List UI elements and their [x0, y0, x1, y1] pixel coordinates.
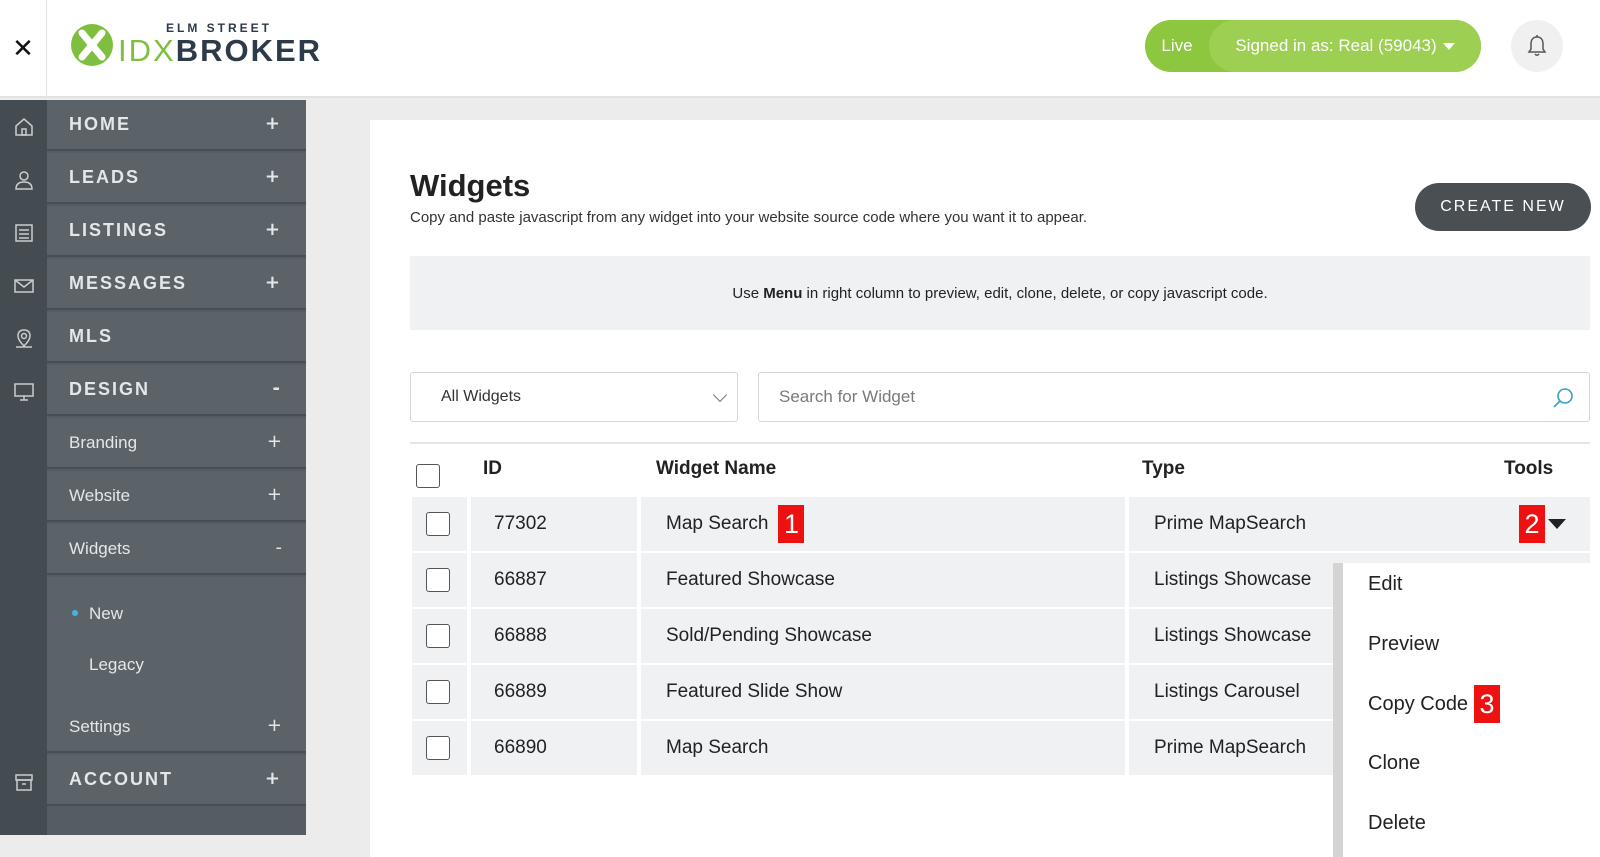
menu-item-copy-code-wrap[interactable]: Copy Code 3	[1368, 685, 1501, 723]
location-icon[interactable]	[0, 312, 47, 365]
active-bullet-icon	[72, 610, 78, 616]
collapse-icon: -	[272, 378, 282, 399]
notifications-button[interactable]	[1511, 20, 1563, 72]
divider	[410, 442, 1590, 444]
bottom-strip	[0, 835, 370, 857]
row-id: 66887	[471, 553, 637, 607]
row-widget-name[interactable]: Sold/Pending Showcase	[641, 609, 1125, 663]
step-badge: 2	[1519, 505, 1545, 543]
home-icon[interactable]	[0, 100, 47, 153]
row-type: Prime MapSearch 2	[1129, 497, 1590, 551]
sidebar-item-leads[interactable]: LEADS +	[47, 153, 306, 204]
expand-icon: +	[266, 715, 282, 736]
row-checkbox[interactable]	[426, 512, 450, 536]
archive-icon[interactable]	[0, 755, 47, 808]
user-icon[interactable]	[0, 153, 47, 206]
row-id: 66890	[471, 721, 637, 775]
live-indicator: Live	[1161, 36, 1193, 55]
menu-item-preview[interactable]: Preview	[1368, 633, 1439, 656]
menu-item-clone[interactable]: Clone	[1368, 752, 1420, 775]
logo-broker: BROKER	[175, 33, 323, 68]
signed-in-label: Signed in as: Real (59043)	[1235, 36, 1437, 55]
close-icon[interactable]: ✕	[0, 0, 47, 98]
column-header-id[interactable]: ID	[483, 458, 502, 480]
info-banner: Use Menu in right column to preview, edi…	[410, 256, 1590, 330]
sidebar-item-website[interactable]: Website +	[47, 471, 306, 522]
row-checkbox[interactable]	[426, 680, 450, 704]
expand-icon: +	[264, 768, 282, 789]
widget-filter-select[interactable]: All Widgets	[410, 372, 738, 422]
search-icon[interactable]	[1551, 386, 1575, 410]
sidebar-item-account[interactable]: ACCOUNT +	[47, 755, 306, 806]
table-row[interactable]: 77302 Map Search 1 Prime MapSearch 2	[412, 497, 1590, 551]
expand-icon: +	[264, 272, 282, 293]
expand-icon: +	[264, 113, 282, 134]
column-header-tools: Tools	[1504, 458, 1554, 479]
column-header-type[interactable]: Type	[1142, 458, 1185, 480]
page-title: Widgets	[410, 168, 531, 203]
expand-icon: +	[264, 219, 282, 240]
sidebar-item-design[interactable]: DESIGN -	[47, 365, 306, 416]
caret-down-icon	[1442, 42, 1455, 50]
row-widget-name[interactable]: Map Search	[641, 721, 1125, 775]
sidebar-nav: HOME + LEADS + LISTINGS + MESSAGES + MLS…	[47, 100, 306, 835]
sidebar-item-widgets-new[interactable]: New	[89, 604, 123, 624]
sidebar-item-messages[interactable]: MESSAGES +	[47, 259, 306, 310]
search-field[interactable]	[758, 372, 1590, 422]
sidebar-item-branding[interactable]: Branding +	[47, 418, 306, 469]
listings-icon[interactable]	[0, 206, 47, 259]
step-badge: 1	[778, 505, 805, 543]
sidebar-item-widgets[interactable]: Widgets -	[47, 524, 306, 575]
menu-item-delete[interactable]: Delete	[1368, 812, 1426, 835]
row-id: 77302	[471, 497, 637, 551]
row-checkbox[interactable]	[426, 568, 450, 592]
expand-icon: +	[264, 166, 282, 187]
sidebar-item-settings[interactable]: Settings +	[47, 702, 306, 753]
tools-menu-caret-icon[interactable]	[1548, 519, 1566, 529]
logo-mark-icon	[71, 24, 113, 66]
chevron-down-icon	[712, 387, 728, 403]
menu-item-copy-code[interactable]: Copy Code	[1368, 693, 1468, 716]
sidebar-item-home[interactable]: HOME +	[47, 100, 306, 151]
monitor-icon[interactable]	[0, 365, 47, 418]
column-header-widget-name[interactable]: Widget Name	[656, 458, 776, 480]
main-content: Widgets Copy and paste javascript from a…	[370, 120, 1600, 857]
row-checkbox[interactable]	[426, 736, 450, 760]
row-widget-name[interactable]: Featured Showcase	[641, 553, 1125, 607]
sidebar-item-widgets-legacy[interactable]: Legacy	[89, 655, 144, 675]
search-input[interactable]	[759, 373, 1539, 421]
tools-dropdown-menu: Edit Preview Copy Code 3 Clone Delete	[1333, 563, 1600, 857]
logo[interactable]: ELM STREET IDXBROKER	[70, 22, 322, 68]
row-checkbox[interactable]	[426, 624, 450, 648]
expand-icon: +	[266, 484, 282, 505]
row-id: 66889	[471, 665, 637, 719]
bell-icon	[1527, 35, 1547, 56]
select-all-checkbox[interactable]	[416, 464, 440, 488]
page-subtitle: Copy and paste javascript from any widge…	[410, 209, 1088, 226]
step-badge: 3	[1474, 685, 1501, 723]
create-new-button[interactable]: CREATE NEW	[1415, 183, 1591, 231]
menu-item-edit[interactable]: Edit	[1368, 573, 1402, 596]
widgets-subnav: New Legacy	[47, 577, 306, 702]
sidebar-item-listings[interactable]: LISTINGS +	[47, 206, 306, 257]
row-widget-name[interactable]: Map Search 1	[641, 497, 1125, 551]
logo-idx: IDX	[118, 33, 176, 68]
sidebar-item-mls[interactable]: MLS	[47, 312, 306, 363]
mail-icon[interactable]	[0, 259, 47, 312]
signed-in-dropdown[interactable]: Signed in as: Real (59043)	[1209, 20, 1481, 72]
icon-rail	[0, 100, 47, 835]
row-id: 66888	[471, 609, 637, 663]
collapse-icon: -	[275, 537, 283, 558]
expand-icon: +	[266, 431, 282, 452]
top-header: ✕ ELM STREET IDXBROKER Live Signed in as…	[0, 0, 1600, 98]
row-widget-name[interactable]: Featured Slide Show	[641, 665, 1125, 719]
account-status-pill[interactable]: Live Signed in as: Real (59043)	[1145, 20, 1481, 72]
